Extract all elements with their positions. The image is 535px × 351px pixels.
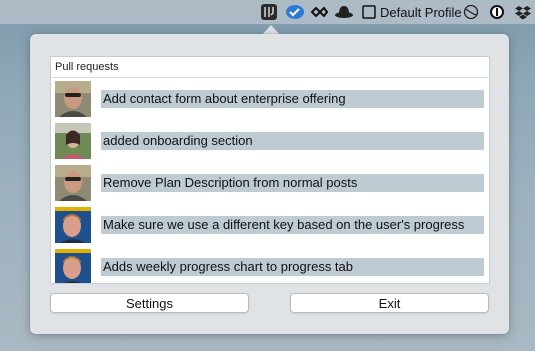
pull-request-item[interactable]: Make sure we use a different key based o… <box>55 207 485 245</box>
globe-icon[interactable] <box>462 3 480 21</box>
infinity-icon[interactable] <box>307 3 329 21</box>
avatar <box>55 165 91 201</box>
divider <box>51 77 489 78</box>
pull-request-item[interactable]: added onboarding section <box>55 123 485 161</box>
hat-icon[interactable] <box>333 3 355 21</box>
panel-header: Pull requests <box>55 61 119 73</box>
avatar <box>55 81 91 117</box>
menu-bar: Default Profile <box>0 0 535 24</box>
pull-request-item[interactable]: Remove Plan Description from normal post… <box>55 165 485 203</box>
pull-request-title: Adds weekly progress chart to progress t… <box>101 258 484 276</box>
pull-request-title: added onboarding section <box>101 132 484 150</box>
pull-request-title: Add contact form about enterprise offeri… <box>101 90 484 108</box>
pull-requests-panel: Pull requests Add contact form about ent… <box>50 56 490 284</box>
window-icon[interactable] <box>361 3 377 21</box>
pull-request-title: Remove Plan Description from normal post… <box>101 174 484 192</box>
exit-button[interactable]: Exit <box>290 293 489 313</box>
dropbox-icon[interactable] <box>514 3 532 21</box>
info-icon[interactable] <box>488 3 506 21</box>
avatar <box>55 123 91 159</box>
settings-button[interactable]: Settings <box>50 293 249 313</box>
pull-request-item[interactable]: Add contact form about enterprise offeri… <box>55 81 485 119</box>
profile-menu[interactable]: Default Profile <box>380 3 462 21</box>
pull-request-item[interactable]: Adds weekly progress chart to progress t… <box>55 249 485 283</box>
profile-label: Default Profile <box>380 4 462 20</box>
pull-request-title: Make sure we use a different key based o… <box>101 216 484 234</box>
pull-request-app-icon[interactable] <box>258 3 280 21</box>
checkmark-cloud-icon[interactable] <box>284 3 306 21</box>
avatar <box>55 207 91 243</box>
avatar <box>55 249 91 283</box>
